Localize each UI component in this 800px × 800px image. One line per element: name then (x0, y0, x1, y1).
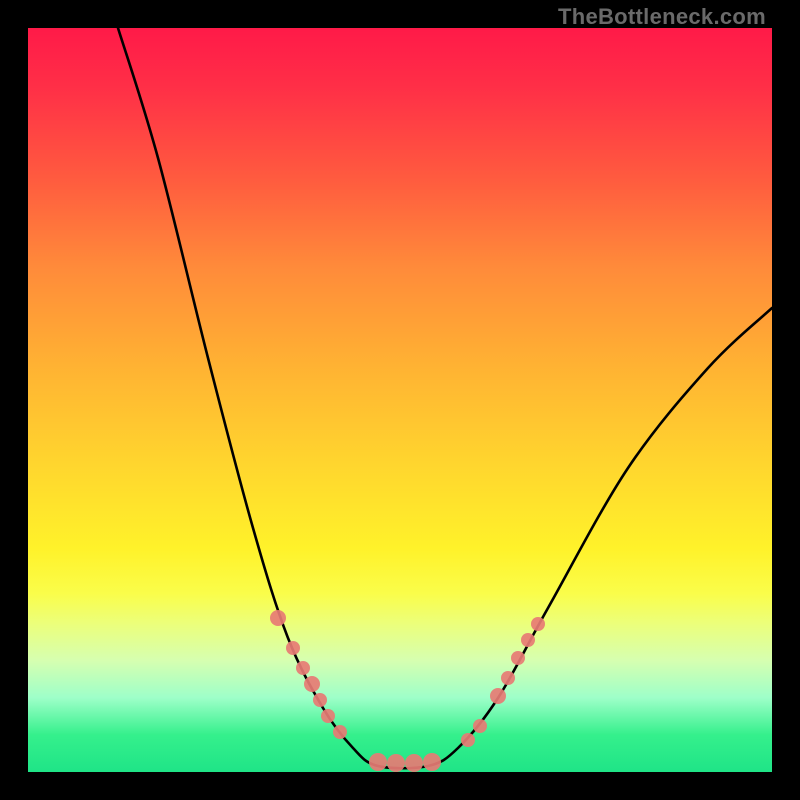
curve-marker (387, 754, 405, 772)
curve-marker (296, 661, 310, 675)
curve-markers (270, 610, 545, 772)
curve-marker (369, 753, 387, 771)
curve-marker (461, 733, 475, 747)
watermark-label: TheBottleneck.com (558, 4, 766, 30)
curve-marker (423, 753, 441, 771)
curve-marker (270, 610, 286, 626)
curve-marker (490, 688, 506, 704)
curve-marker (473, 719, 487, 733)
curve-marker (321, 709, 335, 723)
curve-marker (521, 633, 535, 647)
bottleneck-curve-path (118, 28, 772, 768)
curve-marker (333, 725, 347, 739)
curve-marker (531, 617, 545, 631)
curve-marker (501, 671, 515, 685)
curve-marker (313, 693, 327, 707)
chart-frame (28, 28, 772, 772)
curve-marker (286, 641, 300, 655)
curve-marker (304, 676, 320, 692)
bottleneck-curve (118, 28, 772, 768)
chart-svg (28, 28, 772, 772)
curve-marker (511, 651, 525, 665)
curve-marker (405, 754, 423, 772)
